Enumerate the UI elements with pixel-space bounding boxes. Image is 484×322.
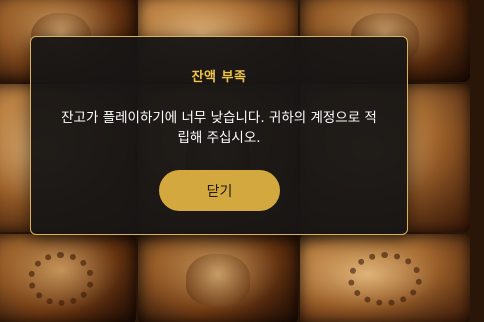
- reel-symbol: [138, 234, 298, 322]
- game-screen: 잔액 부족 잔고가 플레이하기에 너무 낮습니다. 귀하의 계정으로 적립해 주…: [0, 0, 484, 322]
- dialog-title: 잔액 부족: [191, 70, 247, 85]
- reel-symbol: [0, 234, 136, 322]
- dialog-message: 잔고가 플레이하기에 너무 낮습니다. 귀하의 계정으로 적립해 주십시오.: [61, 110, 377, 146]
- insufficient-balance-dialog: 잔액 부족 잔고가 플레이하기에 너무 낮습니다. 귀하의 계정으로 적립해 주…: [30, 36, 408, 235]
- reel-symbol: [300, 234, 470, 322]
- close-button[interactable]: 닫기: [159, 170, 280, 211]
